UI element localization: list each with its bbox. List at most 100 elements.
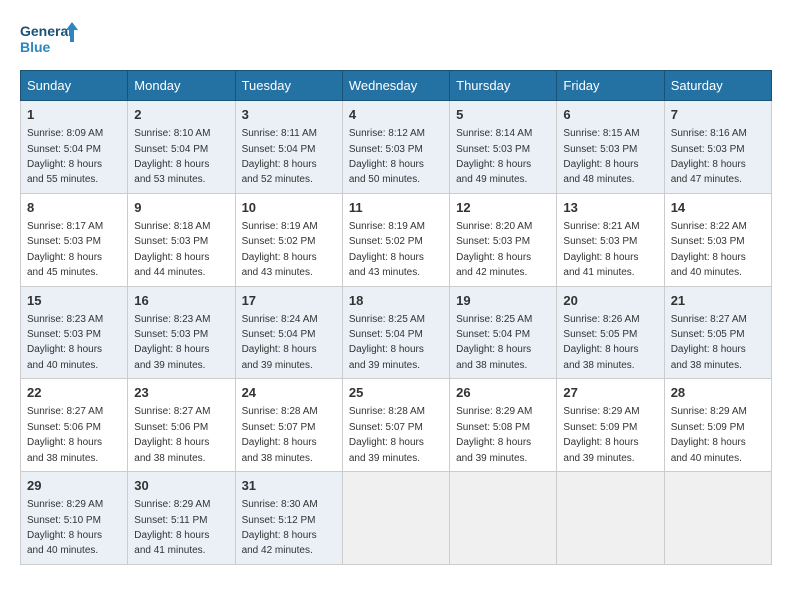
sunset-text: Sunset: 5:03 PM [456, 236, 530, 247]
sunrise-text: Sunrise: 8:29 AM [563, 406, 639, 417]
sunset-text: Sunset: 5:05 PM [671, 329, 745, 340]
day-number: 18 [349, 292, 443, 310]
day-number: 3 [242, 106, 336, 124]
calendar-cell: 14Sunrise: 8:22 AMSunset: 5:03 PMDayligh… [664, 193, 771, 286]
sunset-text: Sunset: 5:10 PM [27, 515, 101, 526]
calendar-cell: 22Sunrise: 8:27 AMSunset: 5:06 PMDayligh… [21, 379, 128, 472]
logo-svg: General Blue [20, 20, 80, 60]
sunset-text: Sunset: 5:04 PM [27, 144, 101, 155]
sunrise-text: Sunrise: 8:27 AM [134, 406, 210, 417]
daylight-text: Daylight: 8 hours and 40 minutes. [671, 437, 746, 463]
calendar-cell: 20Sunrise: 8:26 AMSunset: 5:05 PMDayligh… [557, 286, 664, 379]
daylight-text: Daylight: 8 hours and 44 minutes. [134, 252, 209, 278]
daylight-text: Daylight: 8 hours and 47 minutes. [671, 159, 746, 185]
day-number: 28 [671, 384, 765, 402]
sunrise-text: Sunrise: 8:30 AM [242, 499, 318, 510]
sunset-text: Sunset: 5:11 PM [134, 515, 207, 526]
day-number: 23 [134, 384, 228, 402]
sunset-text: Sunset: 5:03 PM [563, 236, 637, 247]
daylight-text: Daylight: 8 hours and 40 minutes. [27, 344, 102, 370]
daylight-text: Daylight: 8 hours and 42 minutes. [456, 252, 531, 278]
day-number: 13 [563, 199, 657, 217]
sunrise-text: Sunrise: 8:18 AM [134, 221, 210, 232]
daylight-text: Daylight: 8 hours and 48 minutes. [563, 159, 638, 185]
daylight-text: Daylight: 8 hours and 52 minutes. [242, 159, 317, 185]
daylight-text: Daylight: 8 hours and 40 minutes. [671, 252, 746, 278]
calendar-cell: 25Sunrise: 8:28 AMSunset: 5:07 PMDayligh… [342, 379, 449, 472]
calendar-cell: 8Sunrise: 8:17 AMSunset: 5:03 PMDaylight… [21, 193, 128, 286]
daylight-text: Daylight: 8 hours and 45 minutes. [27, 252, 102, 278]
header-day-monday: Monday [128, 71, 235, 101]
sunrise-text: Sunrise: 8:27 AM [27, 406, 103, 417]
sunrise-text: Sunrise: 8:21 AM [563, 221, 639, 232]
calendar-cell: 18Sunrise: 8:25 AMSunset: 5:04 PMDayligh… [342, 286, 449, 379]
daylight-text: Daylight: 8 hours and 43 minutes. [242, 252, 317, 278]
day-number: 11 [349, 199, 443, 217]
daylight-text: Daylight: 8 hours and 50 minutes. [349, 159, 424, 185]
header-day-wednesday: Wednesday [342, 71, 449, 101]
calendar-table: SundayMondayTuesdayWednesdayThursdayFrid… [20, 70, 772, 565]
daylight-text: Daylight: 8 hours and 39 minutes. [456, 437, 531, 463]
page-header: General Blue [20, 20, 772, 60]
calendar-cell: 11Sunrise: 8:19 AMSunset: 5:02 PMDayligh… [342, 193, 449, 286]
daylight-text: Daylight: 8 hours and 38 minutes. [242, 437, 317, 463]
day-number: 17 [242, 292, 336, 310]
sunset-text: Sunset: 5:04 PM [242, 329, 316, 340]
calendar-cell [664, 472, 771, 565]
calendar-cell: 10Sunrise: 8:19 AMSunset: 5:02 PMDayligh… [235, 193, 342, 286]
week-row-3: 15 Sunrise: 8:23 AM Sunset: 5:03 PM Dayligh… [21, 286, 772, 379]
day-number: 15 [27, 292, 121, 310]
sunrise-text: Sunrise: 8:16 AM [671, 128, 747, 139]
day-number: 16 [134, 292, 228, 310]
daylight-text: Daylight: 8 hours and 42 minutes. [242, 530, 317, 556]
sunrise-text: Sunrise: 8:29 AM [134, 499, 210, 510]
day-number: 7 [671, 106, 765, 124]
sunrise-text: Sunrise: 8:28 AM [349, 406, 425, 417]
daylight-text: Daylight: 8 hours and 38 minutes. [671, 344, 746, 370]
sunset-text: Sunset: 5:03 PM [134, 329, 208, 340]
sunset-text: Sunset: 5:03 PM [671, 236, 745, 247]
daylight-text: Daylight: 8 hours and 39 minutes. [349, 344, 424, 370]
sunrise-text: Sunrise: 8:12 AM [349, 128, 425, 139]
sunrise-text: Sunrise: 8:25 AM [349, 314, 425, 325]
calendar-cell: 28Sunrise: 8:29 AMSunset: 5:09 PMDayligh… [664, 379, 771, 472]
sunrise-text: Sunrise: 8:27 AM [671, 314, 747, 325]
daylight-text: Daylight: 8 hours and 43 minutes. [349, 252, 424, 278]
calendar-cell: 27Sunrise: 8:29 AMSunset: 5:09 PMDayligh… [557, 379, 664, 472]
day-number: 24 [242, 384, 336, 402]
sunset-text: Sunset: 5:02 PM [349, 236, 423, 247]
day-number: 5 [456, 106, 550, 124]
sunrise-text: Sunrise: 8:14 AM [456, 128, 532, 139]
sunset-text: Sunset: 5:04 PM [134, 144, 208, 155]
calendar-cell: 15Sunrise: 8:23 AMSunset: 5:03 PMDayligh… [21, 286, 128, 379]
daylight-text: Daylight: 8 hours and 38 minutes. [563, 344, 638, 370]
calendar-cell: 4Sunrise: 8:12 AMSunset: 5:03 PMDaylight… [342, 101, 449, 194]
calendar-cell: 30Sunrise: 8:29 AMSunset: 5:11 PMDayligh… [128, 472, 235, 565]
sunrise-text: Sunrise: 8:26 AM [563, 314, 639, 325]
svg-text:Blue: Blue [20, 39, 51, 55]
daylight-text: Daylight: 8 hours and 41 minutes. [563, 252, 638, 278]
daylight-text: Daylight: 8 hours and 53 minutes. [134, 159, 209, 185]
calendar-cell: 31Sunrise: 8:30 AMSunset: 5:12 PMDayligh… [235, 472, 342, 565]
calendar-cell: 23Sunrise: 8:27 AMSunset: 5:06 PMDayligh… [128, 379, 235, 472]
calendar-cell [450, 472, 557, 565]
day-number: 14 [671, 199, 765, 217]
sunset-text: Sunset: 5:09 PM [671, 422, 745, 433]
sunrise-text: Sunrise: 8:25 AM [456, 314, 532, 325]
calendar-cell: 19Sunrise: 8:25 AMSunset: 5:04 PMDayligh… [450, 286, 557, 379]
sunset-text: Sunset: 5:03 PM [27, 236, 101, 247]
sunset-text: Sunset: 5:06 PM [27, 422, 101, 433]
day-number: 6 [563, 106, 657, 124]
day-number: 26 [456, 384, 550, 402]
week-row-2: 8Sunrise: 8:17 AMSunset: 5:03 PMDaylight… [21, 193, 772, 286]
calendar-cell: 6Sunrise: 8:15 AMSunset: 5:03 PMDaylight… [557, 101, 664, 194]
daylight-text: Daylight: 8 hours and 38 minutes. [27, 437, 102, 463]
week-row-5: 29Sunrise: 8:29 AMSunset: 5:10 PMDayligh… [21, 472, 772, 565]
day-number: 31 [242, 477, 336, 495]
calendar-cell: 2Sunrise: 8:10 AMSunset: 5:04 PMDaylight… [128, 101, 235, 194]
sunrise-text: Sunrise: 8:29 AM [27, 499, 103, 510]
calendar-cell: 29Sunrise: 8:29 AMSunset: 5:10 PMDayligh… [21, 472, 128, 565]
sunrise-text: Sunrise: 8:23 AM [27, 314, 103, 325]
daylight-text: Daylight: 8 hours and 41 minutes. [134, 530, 209, 556]
sunset-text: Sunset: 5:03 PM [134, 236, 208, 247]
